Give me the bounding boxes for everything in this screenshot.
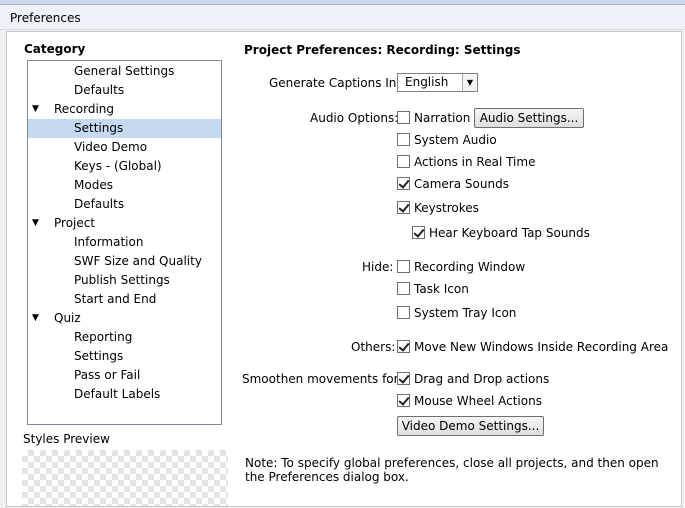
tree-item-label: Defaults: [74, 197, 125, 211]
tree-item-label: SWF Size and Quality: [74, 254, 202, 268]
tree-item-label: Start and End: [74, 292, 157, 306]
styles-preview-pane: [22, 450, 228, 506]
tree-item-label: Modes: [74, 178, 113, 192]
tree-item-label: Reporting: [74, 330, 133, 344]
tree-group[interactable]: ▼ Recording: [28, 100, 221, 119]
tree-item[interactable]: Settings: [28, 347, 221, 366]
move-windows-label: Move New Windows Inside Recording Area: [414, 340, 669, 354]
note-text: Note: To specify global preferences, clo…: [245, 456, 659, 484]
tree-item-label: Settings: [74, 121, 124, 135]
captions-language-value: English: [405, 75, 449, 89]
tree-item[interactable]: Start and End: [28, 290, 221, 309]
page-title: Project Preferences: Recording: Settings: [244, 43, 521, 57]
tree-item-label: Defaults: [74, 83, 125, 97]
drag-drop-checkbox[interactable]: [397, 372, 410, 385]
camera-sounds-checkbox[interactable]: [397, 177, 410, 190]
task-icon-label: Task Icon: [414, 282, 469, 296]
tree-item[interactable]: Modes: [28, 176, 221, 195]
expand-toggle-icon[interactable]: ▼: [32, 309, 39, 328]
tree-item-label: General Settings: [74, 64, 175, 78]
tree-item-label: Video Demo: [74, 140, 148, 154]
tree-item[interactable]: Keys - (Global): [28, 157, 221, 176]
system-audio-label: System Audio: [414, 133, 497, 147]
tree-item[interactable]: Reporting: [28, 328, 221, 347]
tree-item-label: Information: [74, 235, 144, 249]
tree-item-label: Pass or Fail: [74, 368, 141, 382]
smoothen-label: Smoothen movements for:: [242, 372, 403, 386]
keystrokes-checkbox[interactable]: [397, 201, 410, 214]
video-demo-settings-button[interactable]: Video Demo Settings...: [397, 416, 544, 436]
tree-item[interactable]: Information: [28, 233, 221, 252]
tree-item-label: Default Labels: [74, 387, 161, 401]
tree-item-label: Publish Settings: [74, 273, 170, 287]
move-windows-checkbox[interactable]: [397, 340, 410, 353]
tree-item[interactable]: SWF Size and Quality: [28, 252, 221, 271]
tree-group[interactable]: ▼ Quiz: [28, 309, 221, 328]
narration-checkbox[interactable]: [397, 111, 410, 124]
tree-group[interactable]: ▼ Project: [28, 214, 221, 233]
tree-item[interactable]: Defaults: [28, 195, 221, 214]
system-audio-checkbox[interactable]: [397, 133, 410, 146]
category-heading: Category: [24, 42, 86, 56]
tray-icon-label: System Tray Icon: [414, 306, 517, 320]
chevron-down-icon[interactable]: ▼: [462, 74, 477, 91]
camera-sounds-label: Camera Sounds: [414, 177, 509, 191]
narration-label: Narration: [414, 111, 471, 125]
title-bar[interactable]: Preferences: [0, 4, 685, 30]
tree-item[interactable]: Video Demo: [28, 138, 221, 157]
tree-item[interactable]: Pass or Fail: [28, 366, 221, 385]
others-label: Others:: [351, 340, 396, 354]
tree-item[interactable]: Default Labels: [28, 385, 221, 404]
tree-item[interactable]: Defaults: [28, 81, 221, 100]
tap-sounds-label: Hear Keyboard Tap Sounds: [429, 226, 590, 240]
hide-label: Hide:: [362, 260, 394, 274]
audio-settings-button[interactable]: Audio Settings...: [474, 108, 584, 128]
recording-window-label: Recording Window: [414, 260, 526, 274]
mouse-wheel-label: Mouse Wheel Actions: [414, 394, 542, 408]
real-time-checkbox[interactable]: [397, 155, 410, 168]
tree-item-label: Recording: [54, 102, 115, 116]
task-icon-checkbox[interactable]: [397, 282, 410, 295]
tray-icon-checkbox[interactable]: [397, 306, 410, 319]
recording-window-checkbox[interactable]: [397, 260, 410, 273]
tree-item[interactable]: Publish Settings: [28, 271, 221, 290]
category-tree[interactable]: General Settings Defaults ▼ Recording Settin…: [27, 60, 222, 425]
mouse-wheel-checkbox[interactable]: [397, 394, 410, 407]
tree-item[interactable]: Settings: [28, 119, 221, 138]
captions-language-select[interactable]: English ▼: [397, 73, 478, 92]
expand-toggle-icon[interactable]: ▼: [32, 214, 39, 233]
real-time-label: Actions in Real Time: [414, 155, 536, 169]
window-title: Preferences: [10, 11, 81, 25]
tap-sounds-checkbox[interactable]: [412, 226, 425, 239]
tree-item[interactable]: General Settings: [28, 62, 221, 81]
styles-preview-label: Styles Preview: [23, 432, 110, 446]
captions-label: Generate Captions In:: [269, 76, 401, 90]
drag-drop-label: Drag and Drop actions: [414, 372, 550, 386]
tree-item-label: Project: [54, 216, 96, 230]
tree-item-label: Quiz: [54, 311, 81, 325]
expand-toggle-icon[interactable]: ▼: [32, 100, 39, 119]
tree-item-label: Settings: [74, 349, 124, 363]
keystrokes-label: Keystrokes: [414, 201, 479, 215]
audio-options-label: Audio Options:: [310, 111, 399, 125]
tree-item-label: Keys - (Global): [74, 159, 162, 173]
